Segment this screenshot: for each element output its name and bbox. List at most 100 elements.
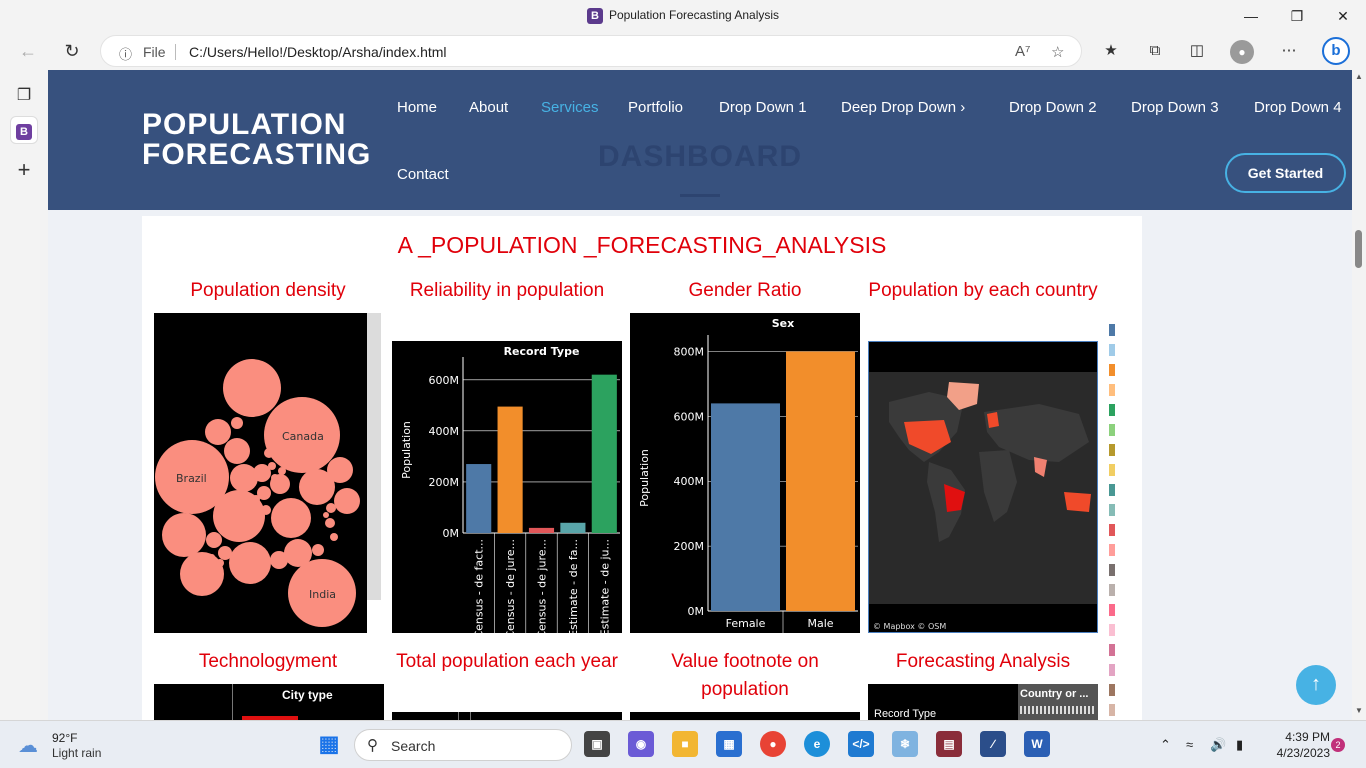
task-view-icon[interactable]: ▣ xyxy=(584,731,610,757)
legend-swatch[interactable] xyxy=(1109,324,1115,336)
site-logo[interactable]: POPULATION FORECASTING xyxy=(142,110,371,170)
bubble[interactable] xyxy=(271,474,279,482)
legend-swatch[interactable] xyxy=(1109,384,1115,396)
legend-swatch[interactable] xyxy=(1109,584,1115,596)
bubble[interactable] xyxy=(216,559,224,567)
teams-chat-icon[interactable]: ◉ xyxy=(628,731,654,757)
bubble[interactable] xyxy=(268,462,276,470)
bubble[interactable] xyxy=(284,539,312,567)
map-country-australia[interactable] xyxy=(1064,492,1091,512)
minimize-button[interactable]: — xyxy=(1236,4,1266,28)
vscode-icon[interactable]: </> xyxy=(848,731,874,757)
bar[interactable] xyxy=(528,527,555,533)
nav-services[interactable]: Services xyxy=(541,99,599,116)
bar[interactable] xyxy=(786,351,855,611)
address-bar[interactable]: ⓘ File C:/Users/Hello!/Desktop/Arsha/ind… xyxy=(100,35,1082,67)
split-screen-icon[interactable]: ◫ xyxy=(1184,40,1210,62)
density-bubble-chart[interactable]: Brazil Canada India xyxy=(154,313,367,633)
bubble[interactable] xyxy=(278,467,286,475)
tab-actions-icon[interactable]: ❐ xyxy=(10,82,38,110)
legend-swatch[interactable] xyxy=(1109,364,1115,376)
bubble[interactable] xyxy=(206,532,222,548)
app-icon[interactable]: ∕ xyxy=(980,731,1006,757)
favorites-icon[interactable]: ★ xyxy=(1098,40,1124,62)
snowflake-app-icon[interactable]: ❄ xyxy=(892,731,918,757)
battery-icon[interactable]: ▮ xyxy=(1236,737,1243,753)
more-menu-icon[interactable]: ⋯ xyxy=(1276,40,1302,62)
url-text[interactable]: C:/Users/Hello!/Desktop/Arsha/index.html xyxy=(189,44,447,60)
notification-badge[interactable]: 2 xyxy=(1331,738,1345,752)
scroll-top-button[interactable]: ↑ xyxy=(1296,665,1336,705)
map-country-europe[interactable] xyxy=(987,412,999,428)
chevron-up-icon[interactable]: ⌃ xyxy=(1160,737,1171,753)
bubble[interactable] xyxy=(231,417,243,429)
edge-icon[interactable]: e xyxy=(804,731,830,757)
maximize-button[interactable]: ❐ xyxy=(1282,4,1312,28)
bubble[interactable] xyxy=(326,503,336,513)
chrome-icon[interactable]: ● xyxy=(760,731,786,757)
legend-swatch[interactable] xyxy=(1109,704,1115,716)
bubble[interactable] xyxy=(230,464,258,492)
bubble[interactable] xyxy=(223,359,281,417)
legend-swatch[interactable] xyxy=(1109,464,1115,476)
clock[interactable]: 4:39 PM 4/23/2023 xyxy=(1262,729,1330,761)
start-windows-icon[interactable]: ▦ xyxy=(316,731,342,757)
info-icon[interactable]: ⓘ xyxy=(119,44,132,63)
forecast-chart[interactable]: Record Type Country or ... xyxy=(868,684,1098,720)
page-scrollbar[interactable]: ▲ ▼ xyxy=(1352,70,1366,720)
volume-icon[interactable]: 🔊 xyxy=(1210,737,1226,753)
bubble[interactable] xyxy=(271,498,311,538)
bubble[interactable] xyxy=(323,512,329,518)
add-favorite-icon[interactable]: ☆ xyxy=(1051,43,1064,61)
legend-swatch[interactable] xyxy=(1109,624,1115,636)
technology-chart[interactable]: City type xyxy=(154,684,384,720)
bubble[interactable] xyxy=(334,488,360,514)
scroll-down-arrow-icon[interactable]: ▼ xyxy=(1355,706,1363,715)
world-map-chart[interactable]: © Mapbox © OSM xyxy=(868,341,1098,633)
bubble[interactable] xyxy=(180,552,224,596)
bar[interactable] xyxy=(560,522,586,533)
bubble[interactable] xyxy=(218,546,232,560)
footnote-chart[interactable] xyxy=(630,712,860,720)
bubble[interactable] xyxy=(209,554,215,560)
taskbar-search[interactable]: ⚲ Search xyxy=(354,729,572,761)
density-scrollbar[interactable] xyxy=(367,313,381,600)
gender-bar-chart[interactable]: Sex 0M 200M 400M 600M 800M Population Female Mal… xyxy=(630,313,860,633)
legend-swatch[interactable] xyxy=(1109,424,1115,436)
nav-drop-down-2[interactable]: Drop Down 2 xyxy=(1009,99,1097,116)
profile-avatar-icon[interactable]: ● xyxy=(1230,40,1254,64)
close-button[interactable]: ✕ xyxy=(1328,4,1358,28)
back-arrow-icon[interactable]: ← xyxy=(14,38,42,64)
legend-swatch[interactable] xyxy=(1109,604,1115,616)
nav-home[interactable]: Home xyxy=(397,99,437,116)
bubble[interactable] xyxy=(264,448,274,458)
scroll-up-arrow-icon[interactable]: ▲ xyxy=(1355,72,1363,81)
new-tab-icon[interactable]: + xyxy=(10,156,38,184)
nav-deep-drop-down[interactable]: Deep Drop Down › xyxy=(841,99,965,116)
legend-swatch[interactable] xyxy=(1109,404,1115,416)
nav-about[interactable]: About xyxy=(469,99,508,116)
bar[interactable] xyxy=(711,403,780,611)
bubble[interactable] xyxy=(325,518,335,528)
bubble[interactable] xyxy=(270,551,288,569)
bubble[interactable] xyxy=(327,457,353,483)
bar[interactable] xyxy=(591,374,617,533)
legend-swatch[interactable] xyxy=(1109,344,1115,356)
legend-swatch[interactable] xyxy=(1109,524,1115,536)
get-started-button[interactable]: Get Started xyxy=(1225,153,1346,193)
file-explorer-icon[interactable]: ■ xyxy=(672,731,698,757)
bubble[interactable] xyxy=(162,513,206,557)
wifi-icon[interactable]: ≈ xyxy=(1186,737,1193,752)
bubble[interactable] xyxy=(205,419,231,445)
bubble[interactable] xyxy=(261,505,271,515)
legend-swatch[interactable] xyxy=(1109,684,1115,696)
legend-swatch[interactable] xyxy=(1109,664,1115,676)
bing-chat-icon[interactable]: b xyxy=(1322,37,1350,65)
weather-widget[interactable]: ☁ 92°F Light rain xyxy=(16,729,136,763)
winrar-icon[interactable]: ▤ xyxy=(936,731,962,757)
store-icon[interactable]: ▦ xyxy=(716,731,742,757)
read-aloud-icon[interactable]: A⁷ xyxy=(1015,43,1030,60)
bar[interactable] xyxy=(497,406,523,533)
total-population-chart[interactable] xyxy=(392,712,622,720)
bubble[interactable] xyxy=(252,495,260,503)
